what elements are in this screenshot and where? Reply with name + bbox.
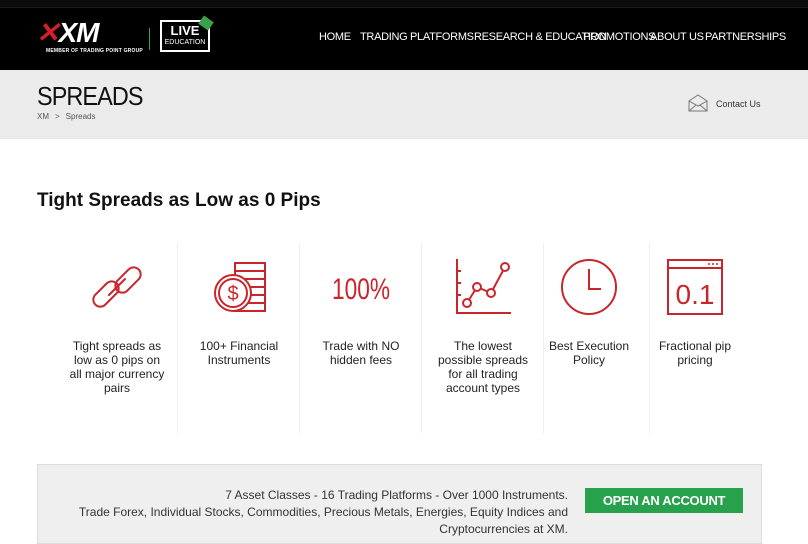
pip-display-icon: 0.1 — [667, 259, 723, 315]
feature-label: Best Execution Policy — [548, 339, 630, 367]
logo-subtitle: MEMBER OF TRADING POINT GROUP — [46, 48, 143, 54]
open-account-banner: 7 Asset Classes - 16 Trading Platforms -… — [37, 464, 762, 544]
top-strip — [0, 0, 808, 8]
feature-label: Tight spreads as low as 0 pips on all ma… — [69, 339, 165, 395]
feature-label: Fractional pip pricing — [658, 339, 732, 367]
badge-line2: EDUCATION — [164, 39, 206, 46]
chain-link-icon — [92, 266, 142, 308]
coin-stack-icon: $ — [214, 262, 266, 312]
percent-icon: 100% — [332, 273, 390, 306]
cta-text: 7 Asset Classes - 16 Trading Platforms -… — [78, 487, 568, 538]
feature-label: 100+ Financial Instruments — [199, 339, 279, 367]
live-education-badge[interactable]: LIVE EDUCATION — [160, 15, 214, 52]
features-row: Tight spreads as low as 0 pips on all ma… — [56, 243, 746, 433]
section-title: Tight Spreads as Low as 0 Pips — [37, 190, 321, 211]
breadcrumb: XM > Spreads — [37, 112, 95, 122]
page-header-band: SPREADS XM > Spreads Contact Us — [0, 70, 808, 139]
xm-logo[interactable]: ✕XM MEMBER OF TRADING POINT GROUP — [36, 17, 143, 55]
nav-about-us[interactable]: ABOUT US — [650, 30, 704, 44]
pip-icon-text: 0.1 — [676, 279, 715, 310]
cta-line2: Trade Forex, Individual Stocks, Commodit… — [78, 505, 568, 536]
breadcrumb-current: Spreads — [65, 112, 96, 121]
contact-us-label: Contact Us — [716, 99, 761, 109]
logo-wordmark: ✕XM — [36, 17, 99, 48]
feature-financial-instruments: $ 100+ Financial Instruments — [178, 243, 300, 433]
feature-lowest-spreads: The lowest possible spreads for all trad… — [422, 243, 544, 433]
breadcrumb-separator: > — [55, 112, 60, 121]
cta-line1: 7 Asset Classes - 16 Trading Platforms -… — [225, 488, 568, 502]
envelope-icon — [688, 94, 708, 112]
svg-text:$: $ — [227, 283, 238, 305]
clock-icon — [561, 259, 617, 315]
feature-label: The lowest possible spreads for all trad… — [437, 339, 529, 395]
feature-best-execution: Best Execution Policy — [528, 243, 650, 433]
feature-label: Trade with NO hidden fees — [322, 339, 400, 367]
line-chart-icon — [456, 259, 511, 314]
open-account-button[interactable]: OPEN AN ACCOUNT — [585, 488, 743, 513]
breadcrumb-home[interactable]: XM — [37, 112, 49, 121]
feature-no-hidden-fees: 100% Trade with NO hidden fees — [300, 243, 422, 433]
nav-trading[interactable]: TRADING — [360, 30, 408, 44]
logo-divider — [149, 28, 150, 50]
percent-icon-text: 100% — [332, 273, 390, 306]
feature-tight-spreads: Tight spreads as low as 0 pips on all ma… — [56, 243, 178, 433]
nav-platforms[interactable]: PLATFORMS — [410, 30, 474, 44]
nav-partnerships[interactable]: PARTNERSHIPS — [705, 30, 786, 44]
nav-promotions[interactable]: PROMOTIONS — [583, 30, 655, 44]
top-navigation-bar: ✕XM MEMBER OF TRADING POINT GROUP LIVE E… — [0, 0, 808, 70]
feature-fractional-pip: 0.1 Fractional pip pricing — [634, 243, 756, 433]
page-title: SPREADS — [37, 81, 143, 111]
nav-home[interactable]: HOME — [319, 30, 351, 44]
